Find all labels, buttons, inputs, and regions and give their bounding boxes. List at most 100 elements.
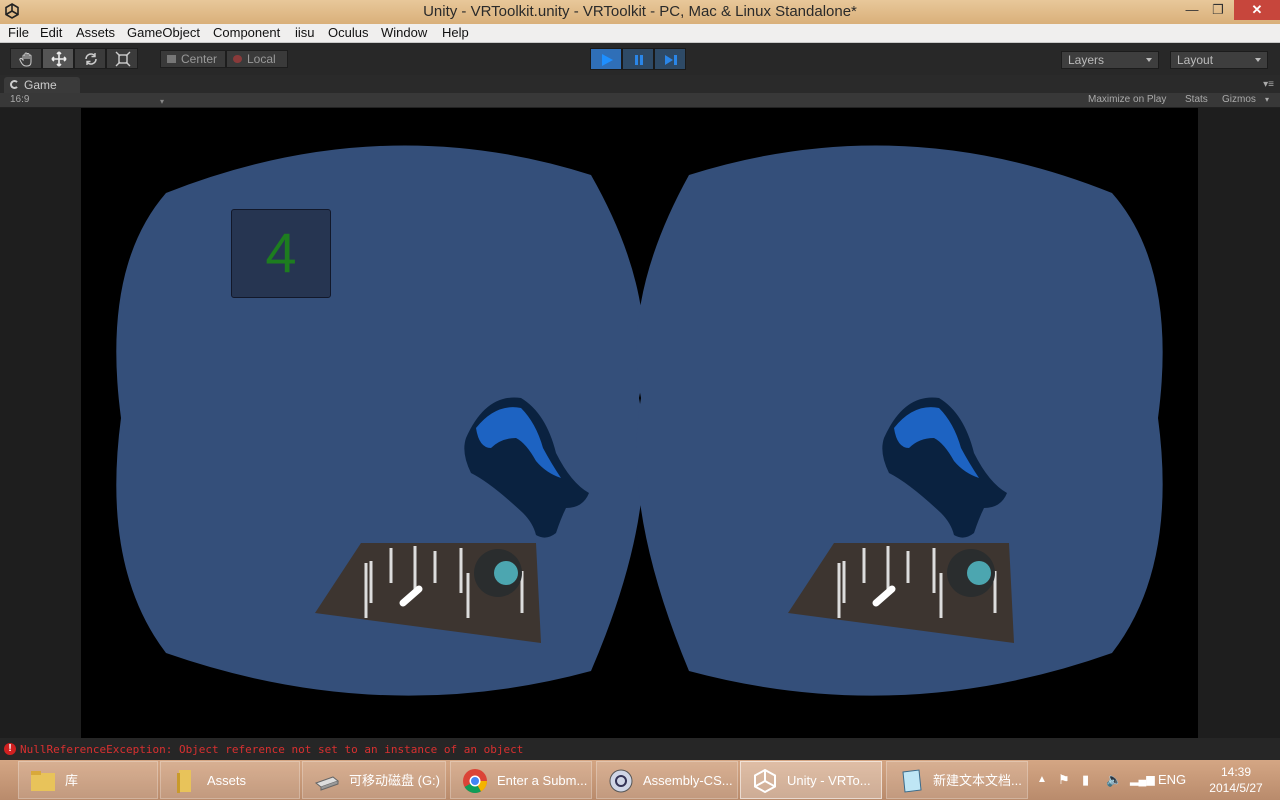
pause-icon: [635, 55, 643, 65]
tab-game[interactable]: Game: [4, 77, 80, 93]
menu-iisu[interactable]: iisu: [295, 25, 315, 40]
sphere-highlight: [494, 561, 518, 585]
system-clock[interactable]: 14:39 2014/5/27: [1196, 764, 1276, 796]
taskbar-item-label: 可移动磁盘 (G:): [349, 773, 440, 788]
layout-label: Layout: [1177, 53, 1214, 67]
rotate-tool-button[interactable]: [74, 48, 106, 69]
error-icon: !: [4, 743, 16, 755]
pivot-center-label: Center: [181, 52, 218, 66]
restore-icon: ❐: [1212, 2, 1224, 17]
window-title: Unity - VRToolkit.unity - VRToolkit - PC…: [423, 3, 857, 20]
network-signal-icon[interactable]: ▂▄▆: [1130, 760, 1155, 800]
removable-drive-icon: [314, 776, 340, 791]
taskbar-item-removable-drive[interactable]: 可移动磁盘 (G:): [302, 761, 446, 799]
window-titlebar: Unity - VRToolkit.unity - VRToolkit - PC…: [0, 0, 1280, 24]
layers-dropdown[interactable]: Layers: [1061, 51, 1159, 69]
input-language[interactable]: ENG: [1158, 760, 1186, 800]
game-view-icon: [10, 80, 19, 89]
scale-tool-button[interactable]: [106, 48, 138, 69]
pivot-center-toggle[interactable]: Center: [160, 50, 226, 68]
minimize-button[interactable]: —: [1180, 0, 1204, 20]
unity-icon: [754, 768, 776, 794]
aspect-ratio-label: 16:9: [10, 94, 30, 105]
taskbar-item-monodevelop[interactable]: Assembly-CS...: [596, 761, 738, 799]
gizmos-dropdown[interactable]: Gizmos: [1222, 93, 1256, 107]
taskbar-item-label: 新建文本文档...: [933, 773, 1022, 788]
chevron-down-icon: ▾: [159, 97, 164, 106]
menu-bar: File Edit Assets GameObject Component ii…: [0, 24, 1280, 43]
taskbar-item-label: Unity - VRTo...: [787, 773, 871, 788]
taskbar-item-chrome[interactable]: Enter a Subm...: [450, 761, 592, 799]
taskbar-item-label: Assets: [207, 773, 247, 788]
pivot-space-toggle[interactable]: Local: [226, 50, 288, 68]
menu-assets[interactable]: Assets: [76, 25, 115, 40]
chevron-down-icon: [1146, 58, 1152, 62]
game-view-toolbar: 16:9 ▾ Maximize on Play Stats Gizmos ▾: [0, 93, 1280, 108]
folder-icon: [177, 770, 191, 793]
clock-date: 2014/5/27: [1209, 781, 1263, 795]
menu-file[interactable]: File: [8, 25, 29, 40]
step-icon: [665, 55, 677, 65]
pause-button[interactable]: [622, 48, 654, 70]
pivot-center-icon: [167, 55, 176, 63]
chrome-icon: [463, 769, 487, 794]
play-icon: [602, 54, 613, 66]
viewport-letterbox-right: [1198, 108, 1280, 738]
counter-display: 4: [231, 209, 331, 298]
taskbar-item-unity[interactable]: Unity - VRTo...: [740, 761, 882, 799]
menu-oculus[interactable]: Oculus: [328, 25, 368, 40]
move-icon: [51, 51, 67, 67]
stats-toggle[interactable]: Stats: [1185, 93, 1208, 107]
sphere-highlight: [967, 561, 991, 585]
rotate-icon: [85, 53, 97, 65]
taskbar-item-assets[interactable]: Assets: [160, 761, 300, 799]
menu-component[interactable]: Component: [213, 25, 280, 40]
notepad-icon: [902, 769, 922, 793]
taskbar-item-label: 库: [65, 773, 79, 788]
taskbar-item-label: Enter a Subm...: [497, 773, 588, 788]
maximize-button[interactable]: ❐: [1206, 0, 1230, 20]
library-folder-icon: [31, 771, 55, 791]
move-tool-button[interactable]: [42, 48, 74, 69]
panel-options-icon[interactable]: ▾≡: [1263, 79, 1274, 90]
menu-window[interactable]: Window: [381, 25, 427, 40]
volume-icon[interactable]: 🔈: [1106, 760, 1122, 800]
close-icon: ✕: [1251, 2, 1263, 17]
windows-taskbar: 库 Assets 可移动磁盘 (G:) Enter a Subm... Asse…: [0, 760, 1280, 800]
tab-game-label: Game: [24, 78, 57, 92]
layers-label: Layers: [1068, 53, 1105, 67]
play-button[interactable]: [590, 48, 622, 70]
close-button[interactable]: ✕: [1234, 0, 1280, 20]
clock-time: 14:39: [1220, 765, 1252, 779]
menu-edit[interactable]: Edit: [40, 25, 62, 40]
scale-icon: [115, 51, 131, 67]
chevron-down-icon[interactable]: ▾: [1265, 93, 1269, 107]
taskbar-item-library[interactable]: 库: [18, 761, 158, 799]
game-viewport[interactable]: 4: [81, 108, 1198, 738]
menu-help[interactable]: Help: [442, 25, 469, 40]
hand-tool-button[interactable]: [10, 48, 42, 69]
viewport-letterbox-left: [0, 108, 81, 738]
local-space-icon: [233, 55, 242, 63]
device-icon[interactable]: ▮: [1082, 760, 1089, 800]
aspect-ratio-dropdown[interactable]: 16:9 ▾: [10, 93, 166, 107]
minimize-icon: —: [1185, 2, 1199, 17]
menu-gameobject[interactable]: GameObject: [127, 25, 200, 40]
pivot-space-label: Local: [247, 52, 276, 66]
monodevelop-icon: [609, 769, 633, 793]
action-center-flag-icon[interactable]: ⚑: [1058, 760, 1070, 800]
console-message: NullReferenceException: Object reference…: [20, 743, 524, 756]
hand-icon: [19, 52, 32, 67]
right-eye-scene: [788, 397, 1014, 643]
taskbar-item-notepad[interactable]: 新建文本文档...: [886, 761, 1028, 799]
taskbar-item-label: Assembly-CS...: [643, 773, 733, 788]
layout-dropdown[interactable]: Layout: [1170, 51, 1268, 69]
maximize-on-play-toggle[interactable]: Maximize on Play: [1088, 93, 1166, 107]
chevron-down-icon: [1255, 58, 1261, 62]
console-status-bar[interactable]: ! NullReferenceException: Object referen…: [0, 738, 1280, 760]
left-eye-scene: [315, 397, 589, 643]
step-button[interactable]: [654, 48, 686, 70]
show-hidden-icons-chevron-icon[interactable]: ▲: [1037, 760, 1047, 800]
game-panel-tabbar: Game ▾≡: [0, 75, 1280, 93]
main-toolbar: Center Local Layers Layout: [0, 43, 1280, 75]
